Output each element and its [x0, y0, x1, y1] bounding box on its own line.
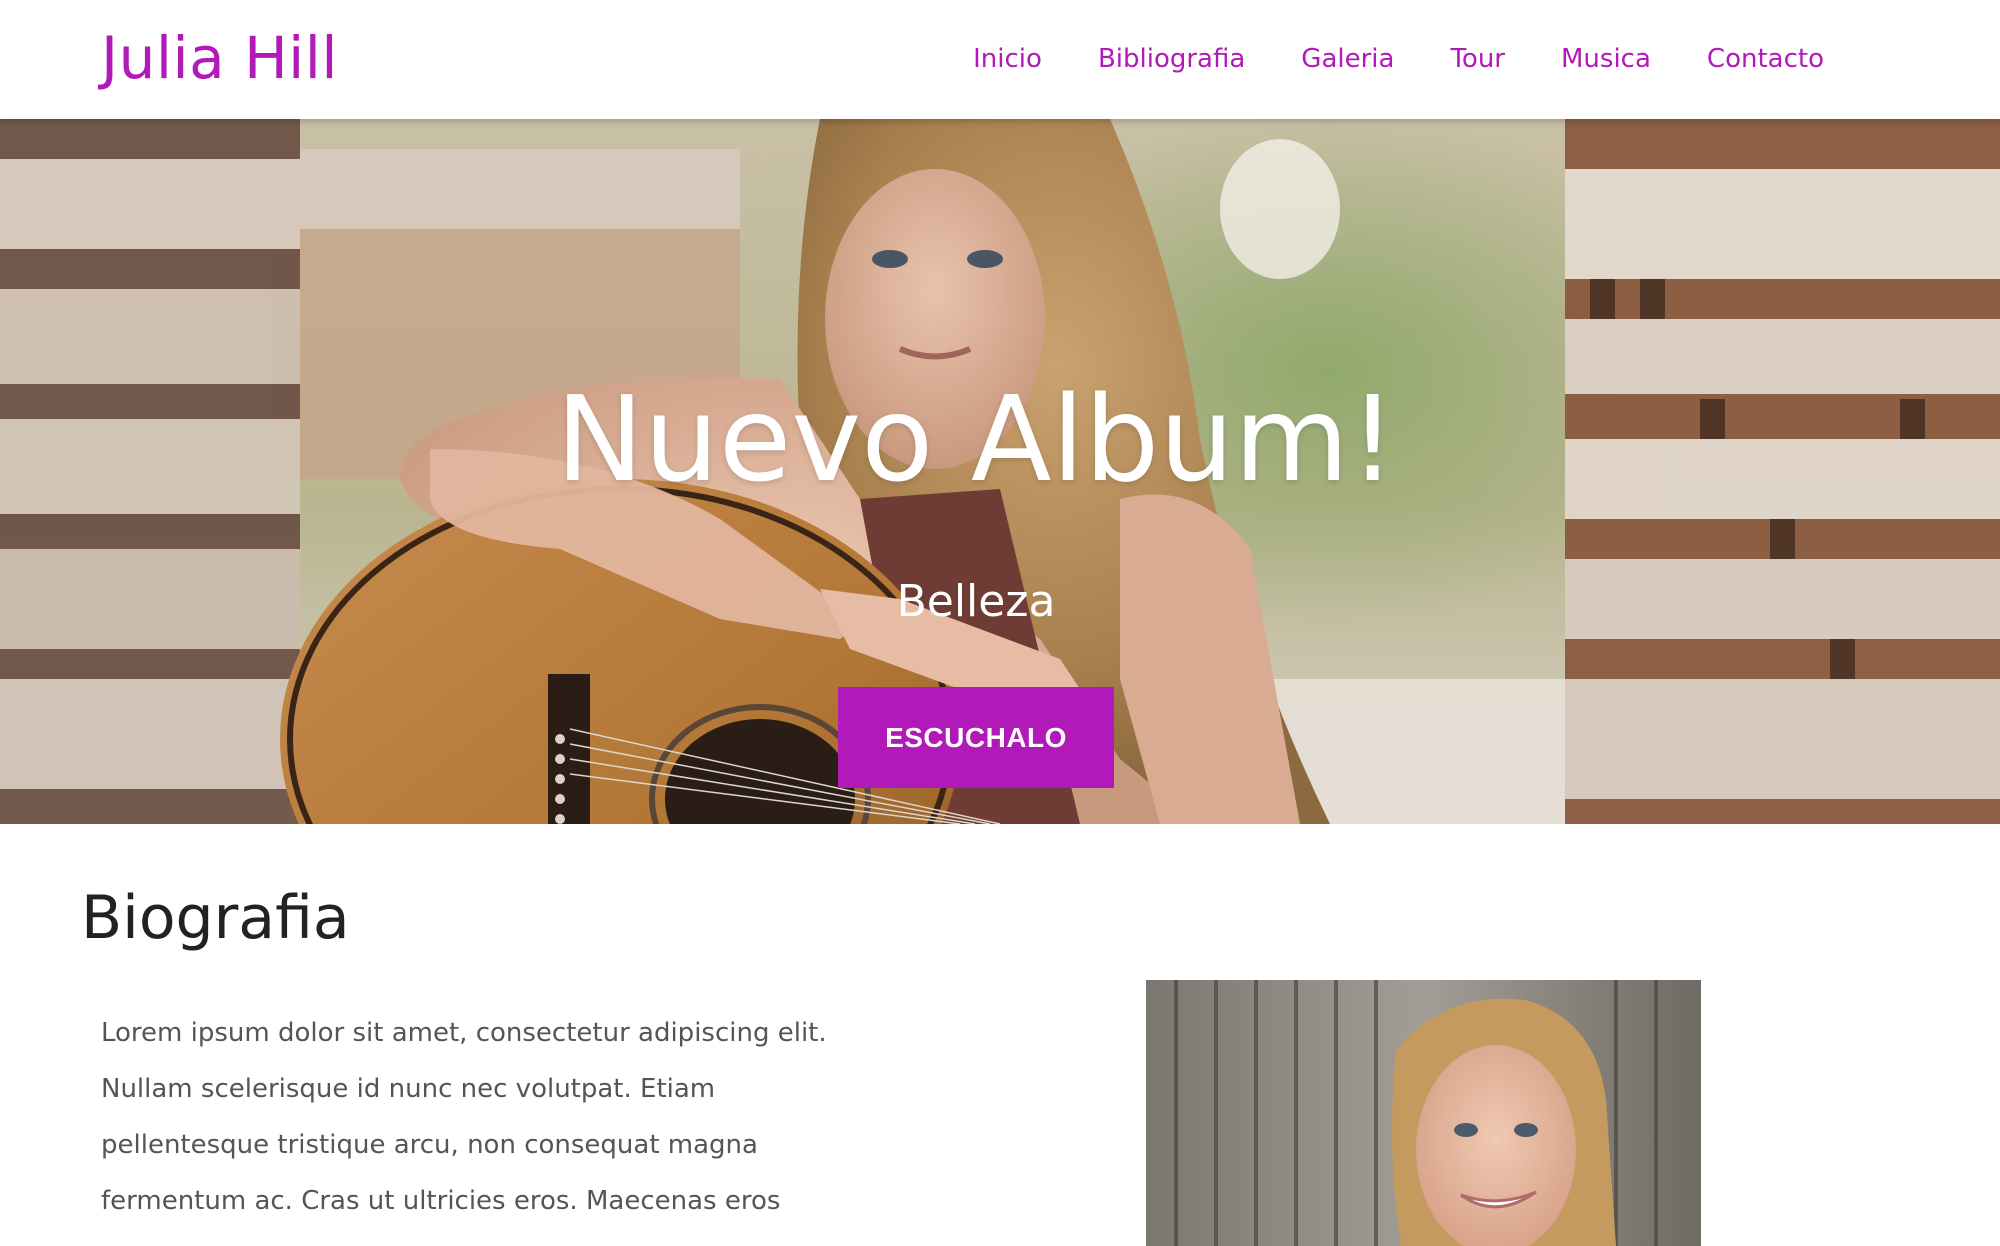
biography-text: Lorem ipsum dolor sit amet, consectetur … [101, 1005, 827, 1229]
hero-banner: Nuevo Album! Belleza ESCUCHALO [0, 119, 2000, 824]
biography-heading: Biografia [81, 883, 350, 953]
biography-line: pellentesque tristique arcu, non consequ… [101, 1130, 758, 1160]
nav-item-contacto[interactable]: Contacto [1707, 40, 1824, 78]
portrait-image [1146, 980, 1701, 1246]
biography-line: Lorem ipsum dolor sit amet, consectetur … [101, 1018, 827, 1048]
biography-photo [1146, 980, 1701, 1246]
main-nav: Inicio Bibliografia Galeria Tour Musica … [917, 40, 1824, 78]
nav-item-galeria[interactable]: Galeria [1301, 40, 1394, 78]
hero-subtitle: Belleza [896, 576, 1056, 627]
hero-title: Nuevo Album! [555, 370, 1397, 508]
listen-button[interactable]: ESCUCHALO [838, 687, 1114, 788]
biography-line: fermentum ac. Cras ut ultricies eros. Ma… [101, 1186, 781, 1216]
site-header: Julia Hill Inicio Bibliografia Galeria T… [0, 0, 2000, 119]
nav-item-bibliografia[interactable]: Bibliografia [1098, 40, 1245, 78]
nav-item-inicio[interactable]: Inicio [973, 40, 1042, 78]
biography-line: Nullam scelerisque id nunc nec volutpat.… [101, 1074, 716, 1104]
nav-item-musica[interactable]: Musica [1561, 40, 1651, 78]
nav-item-tour[interactable]: Tour [1450, 40, 1505, 78]
site-logo[interactable]: Julia Hill [101, 22, 338, 94]
